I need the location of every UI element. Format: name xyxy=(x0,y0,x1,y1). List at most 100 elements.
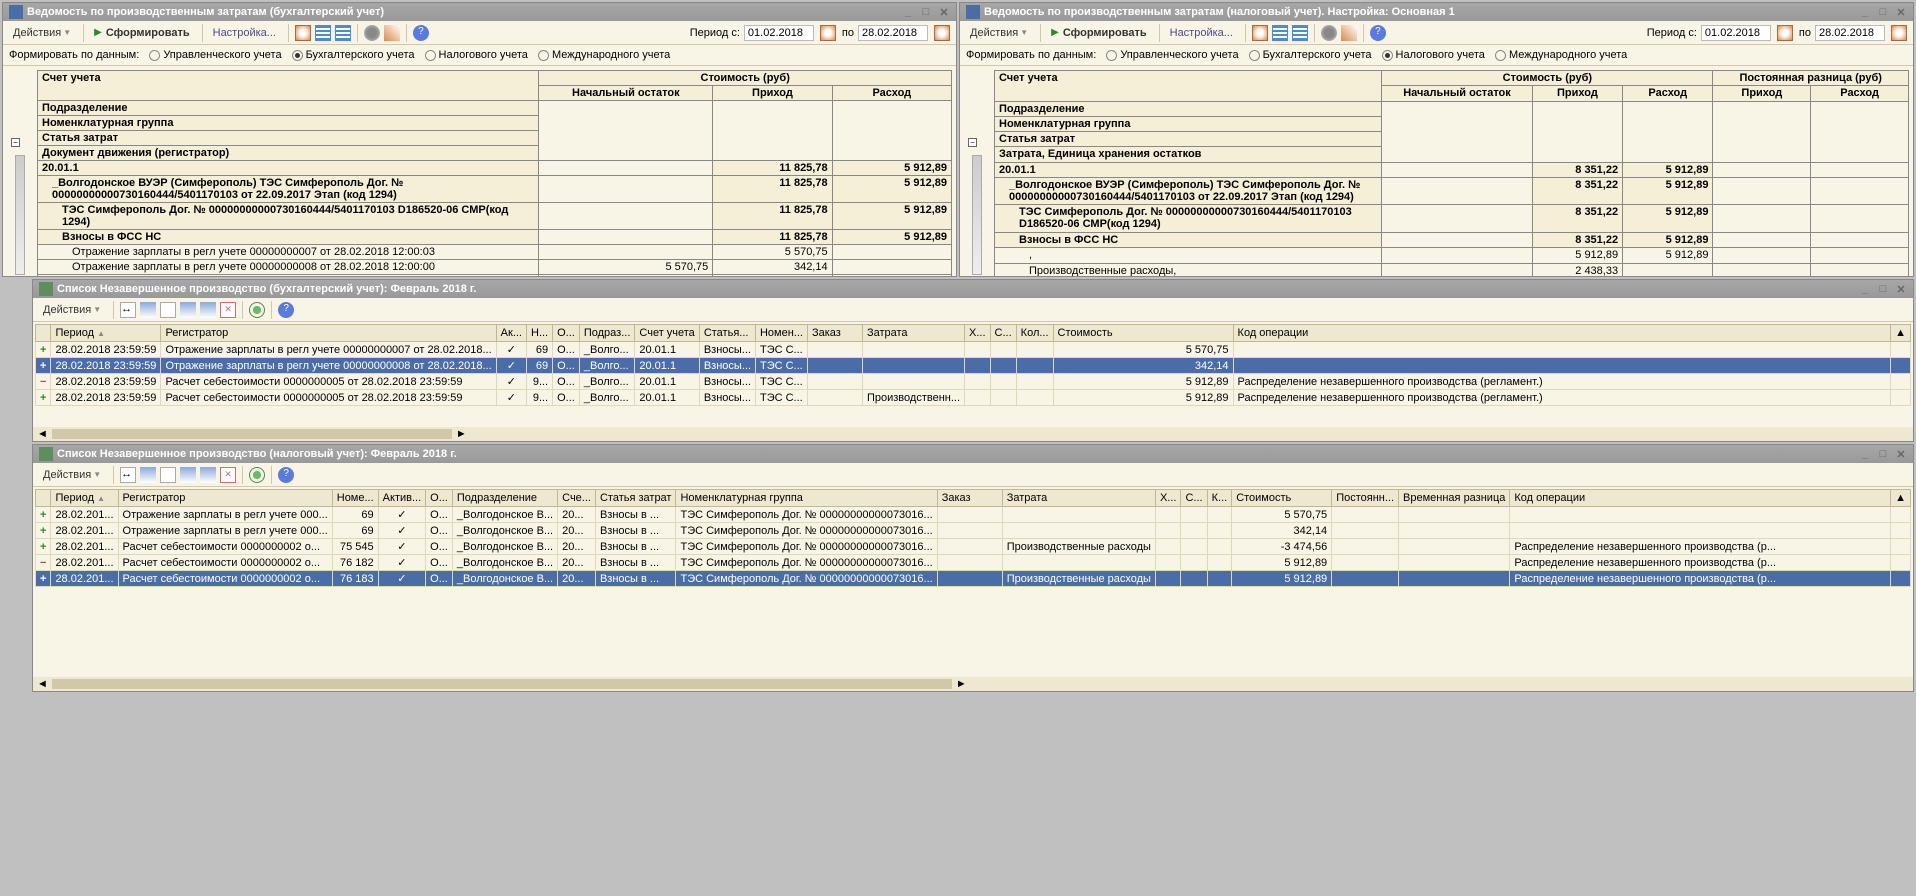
calendar-to-icon[interactable] xyxy=(934,25,950,41)
radio-bookkeeping[interactable]: Бухгалтерского учета xyxy=(1249,49,1372,61)
window-list-bookkeeping: Список Незавершенное производство (бухга… xyxy=(32,279,1914,442)
funnel2-icon[interactable] xyxy=(200,302,216,318)
minimize-button[interactable]: _ xyxy=(1857,5,1873,19)
radio-bookkeeping[interactable]: Бухгалтерского учета xyxy=(292,49,415,61)
table-row[interactable]: +28.02.201...Отражение зарплаты в регл у… xyxy=(36,523,1911,539)
close-button[interactable]: ✕ xyxy=(1893,5,1909,19)
calendar-from-icon[interactable] xyxy=(820,25,836,41)
horizontal-scrollbar[interactable]: ◄► xyxy=(33,677,1913,691)
gear-icon[interactable] xyxy=(364,25,380,41)
help-icon[interactable]: ? xyxy=(278,467,294,483)
calendar-icon[interactable] xyxy=(1252,25,1268,41)
calendar-to-icon[interactable] xyxy=(1891,25,1907,41)
titlebar[interactable]: Ведомость по производственным затратам (… xyxy=(960,3,1913,21)
window-icon xyxy=(966,5,980,19)
funnel-icon[interactable] xyxy=(180,467,196,483)
find-icon[interactable] xyxy=(160,467,176,483)
radio-international[interactable]: Международного учета xyxy=(1495,49,1627,61)
date-to-input[interactable] xyxy=(1815,25,1885,41)
table-row[interactable]: +28.02.2018 23:59:59Расчет себестоимости… xyxy=(36,390,1911,406)
maximize-button[interactable]: □ xyxy=(1875,5,1891,19)
form-button[interactable]: Сформировать xyxy=(1045,25,1153,41)
table2-icon[interactable] xyxy=(335,25,351,41)
titlebar[interactable]: Ведомость по производственным затратам (… xyxy=(3,3,956,21)
funnel2-icon[interactable] xyxy=(200,467,216,483)
actions-menu[interactable]: Действия▼ xyxy=(7,25,77,41)
setup-button[interactable]: Настройка... xyxy=(1164,25,1239,41)
collapse-toggle[interactable]: − xyxy=(968,138,977,147)
radio-international[interactable]: Международного учета xyxy=(538,49,670,61)
refresh-icon[interactable] xyxy=(249,302,265,318)
radio-management[interactable]: Управленческого учета xyxy=(149,49,281,61)
radio-tax[interactable]: Налогового учета xyxy=(425,49,528,61)
radio-management[interactable]: Управленческого учета xyxy=(1106,49,1238,61)
maximize-button[interactable]: □ xyxy=(1875,282,1891,296)
interval-icon[interactable]: ↔ xyxy=(120,302,136,318)
table-row[interactable]: +28.02.2018 23:59:59Отражение зарплаты в… xyxy=(36,358,1911,374)
titlebar[interactable]: Список Незавершенное производство (налог… xyxy=(33,445,1913,463)
table-row[interactable]: +28.02.2018 23:59:59Отражение зарплаты в… xyxy=(36,342,1911,358)
window-title: Список Незавершенное производство (налог… xyxy=(57,448,457,460)
funnel-icon[interactable] xyxy=(180,302,196,318)
window-list-tax: Список Незавершенное производство (налог… xyxy=(32,444,1914,692)
clear-filter-icon[interactable]: ✕ xyxy=(220,302,236,318)
actions-menu[interactable]: Действия▼ xyxy=(37,467,107,483)
outline-slider[interactable] xyxy=(972,155,982,275)
window-icon xyxy=(9,5,23,19)
collapse-toggle[interactable]: − xyxy=(11,138,20,147)
table2-icon[interactable] xyxy=(1292,25,1308,41)
toolbar: Действия▼ ↔ ✕ ? xyxy=(33,463,1913,487)
table-icon[interactable] xyxy=(1272,25,1288,41)
edit-icon[interactable] xyxy=(384,25,400,41)
row-nomgrp[interactable]: ТЭС Симферополь Дог. № 00000000000730160… xyxy=(38,203,539,230)
table-row[interactable]: +28.02.201...Расчет себестоимости 000000… xyxy=(36,571,1911,587)
row-cost[interactable]: Взносы в ФСС НС xyxy=(38,230,539,245)
table-header[interactable]: Период ▲ Регистратор Ак... Н... О... Под… xyxy=(36,325,1911,342)
row-doc2[interactable]: Отражение зарплаты в регл учете 00000000… xyxy=(38,260,539,275)
actions-menu[interactable]: Действия▼ xyxy=(964,25,1034,41)
close-button[interactable]: ✕ xyxy=(1893,447,1909,461)
outline-slider[interactable] xyxy=(15,155,25,275)
maximize-button[interactable]: □ xyxy=(1875,447,1891,461)
row-doc1[interactable]: Отражение зарплаты в регл учете 00000000… xyxy=(38,245,539,260)
close-button[interactable]: ✕ xyxy=(1893,282,1909,296)
maximize-button[interactable]: □ xyxy=(918,5,934,19)
gear-icon[interactable] xyxy=(1321,25,1337,41)
date-from-input[interactable] xyxy=(1701,25,1771,41)
horizontal-scrollbar[interactable]: ◄► xyxy=(33,427,1913,441)
row-subdiv[interactable]: _Волгодонское ВУЭР (Симферополь) ТЭС Сим… xyxy=(38,176,539,203)
table-row[interactable]: +28.02.201...Расчет себестоимости 000000… xyxy=(36,539,1911,555)
table-icon[interactable] xyxy=(315,25,331,41)
form-button[interactable]: Сформировать xyxy=(88,25,196,41)
help-icon[interactable]: ? xyxy=(278,302,294,318)
close-button[interactable]: ✕ xyxy=(936,5,952,19)
minimize-button[interactable]: _ xyxy=(1857,282,1873,296)
outline: − xyxy=(7,70,37,276)
calendar-from-icon[interactable] xyxy=(1777,25,1793,41)
filter-icon[interactable] xyxy=(140,302,156,318)
date-from-input[interactable] xyxy=(744,25,814,41)
table-row[interactable]: −28.02.2018 23:59:59Расчет себестоимости… xyxy=(36,374,1911,390)
interval-icon[interactable]: ↔ xyxy=(120,467,136,483)
row-doc3[interactable]: Расчет себестоимости 0000000005 от 28.02… xyxy=(38,275,539,277)
row-account[interactable]: 20.01.1 xyxy=(38,161,539,176)
table-header[interactable]: Период ▲ Регистратор Номе... Актив... О.… xyxy=(36,490,1911,507)
table-row[interactable]: +28.02.201...Отражение зарплаты в регл у… xyxy=(36,507,1911,523)
table-row[interactable]: −28.02.201...Расчет себестоимости 000000… xyxy=(36,555,1911,571)
help-icon[interactable]: ? xyxy=(1370,25,1386,41)
refresh-icon[interactable] xyxy=(249,467,265,483)
titlebar[interactable]: Список Незавершенное производство (бухга… xyxy=(33,280,1913,298)
find-icon[interactable] xyxy=(160,302,176,318)
setup-button[interactable]: Настройка... xyxy=(207,25,282,41)
minimize-button[interactable]: _ xyxy=(900,5,916,19)
date-to-input[interactable] xyxy=(858,25,928,41)
help-icon[interactable]: ? xyxy=(413,25,429,41)
edit-icon[interactable] xyxy=(1341,25,1357,41)
minimize-button[interactable]: _ xyxy=(1857,447,1873,461)
actions-menu[interactable]: Действия▼ xyxy=(37,302,107,318)
clear-filter-icon[interactable]: ✕ xyxy=(220,467,236,483)
filter-bar: Формировать по данным: Управленческого у… xyxy=(960,45,1913,66)
radio-tax[interactable]: Налогового учета xyxy=(1382,49,1485,61)
calendar-icon[interactable] xyxy=(295,25,311,41)
filter-icon[interactable] xyxy=(140,467,156,483)
